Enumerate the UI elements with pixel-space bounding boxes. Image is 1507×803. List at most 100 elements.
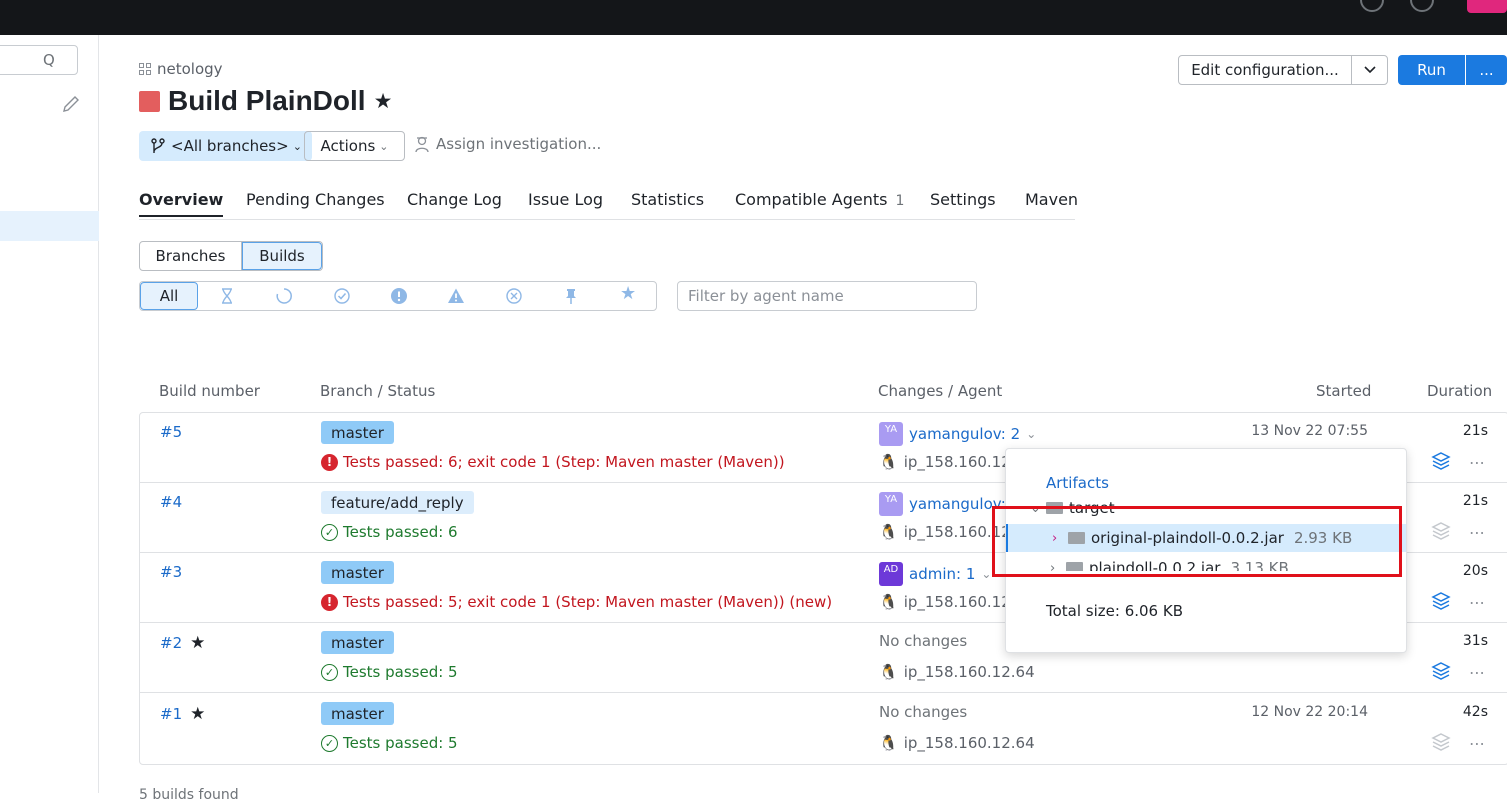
top-navigation-bar [0, 0, 1507, 35]
search-icon[interactable] [1410, 0, 1434, 12]
highlight-annotation-box [992, 506, 1402, 577]
artifacts-icon[interactable] [1431, 521, 1451, 541]
running-icon[interactable] [275, 287, 293, 305]
tab-pending-changes[interactable]: Pending Changes [246, 190, 385, 209]
build-number[interactable]: #5 [160, 423, 182, 441]
filter-all[interactable]: All [140, 282, 198, 310]
changes-link[interactable]: YA yamangulov: 2 ⌄ [879, 422, 1036, 446]
build-status-text[interactable]: Tests passed: 5 [343, 734, 458, 752]
sidebar-search-input[interactable]: Q [0, 45, 78, 75]
more-options-icon[interactable]: ⋯ [1469, 663, 1486, 682]
agent-link[interactable]: 🐧 ip_158.160.12.6 [879, 453, 1025, 471]
agent-link[interactable]: 🐧 ip_158.160.12.64 [879, 663, 1035, 681]
builds-found-text: 5 builds found [139, 787, 239, 803]
artifacts-icon[interactable] [1431, 661, 1451, 681]
branches-toggle[interactable]: Branches [140, 242, 242, 270]
build-status[interactable]: ✓ Tests passed: 5 [321, 663, 458, 681]
started-time: 12 Nov 22 20:14 [1251, 704, 1368, 720]
artifacts-title[interactable]: Artifacts [1046, 474, 1109, 492]
duration: 21s [1462, 423, 1488, 439]
tab-overview[interactable]: Overview [139, 190, 224, 217]
branch-badge[interactable]: master [321, 631, 394, 654]
star-icon[interactable]: ★ [620, 285, 638, 303]
no-changes-text: No changes [879, 632, 968, 650]
artifacts-icon[interactable] [1431, 451, 1451, 471]
breadcrumb-project[interactable]: netology [157, 60, 223, 78]
chevron-down-icon[interactable] [1352, 56, 1387, 84]
artifacts-icon[interactable] [1431, 732, 1451, 752]
assign-investigation-label: Assign investigation... [436, 135, 602, 153]
build-number-link[interactable]: #4 [160, 493, 182, 511]
changes-link[interactable]: YA yamangulov: [879, 492, 1006, 516]
assign-investigation-button[interactable]: Assign investigation... [414, 135, 601, 153]
chevron-down-icon[interactable]: ⌄ [981, 567, 991, 581]
build-status[interactable]: ✓ Tests passed: 6 [321, 523, 458, 541]
build-number[interactable]: #4 [160, 493, 182, 511]
agent-link[interactable]: 🐧 ip_158.160.12.6 [879, 593, 1025, 611]
breadcrumb[interactable]: netology [139, 60, 223, 78]
build-status-text[interactable]: Tests passed: 6; exit code 1 (Step: Mave… [343, 453, 785, 471]
linux-agent-icon: 🐧 [879, 734, 898, 752]
branch-badge[interactable]: master [321, 421, 394, 444]
builds-toggle[interactable]: Builds [242, 242, 322, 270]
changes-user[interactable]: yamangulov: 2 [909, 425, 1020, 443]
run-custom-button[interactable]: ... [1466, 55, 1507, 85]
build-number-link[interactable]: #5 [160, 423, 182, 441]
success-icon[interactable] [333, 287, 351, 305]
more-options-icon[interactable]: ⋯ [1469, 593, 1486, 612]
run-button[interactable]: Run [1398, 55, 1465, 85]
edit-configuration-button[interactable]: Edit configuration... [1178, 55, 1388, 85]
edit-configuration-label[interactable]: Edit configuration... [1179, 56, 1352, 84]
warning-icon[interactable] [447, 287, 465, 305]
more-options-icon[interactable]: ⋯ [1469, 734, 1486, 753]
build-status-text[interactable]: Tests passed: 5 [343, 663, 458, 681]
sidebar-active-item[interactable] [0, 211, 99, 241]
build-status-text[interactable]: Tests passed: 5; exit code 1 (Step: Mave… [343, 593, 832, 611]
branch-badge[interactable]: master [321, 702, 394, 725]
agent-filter-input[interactable] [677, 281, 977, 311]
actions-button[interactable]: Actions ⌄ [304, 131, 405, 161]
tab-change-log[interactable]: Change Log [407, 190, 502, 209]
more-options-icon[interactable]: ⋯ [1469, 523, 1486, 542]
favorite-star-icon[interactable]: ★ [374, 89, 393, 113]
tab-compatible-agents[interactable]: Compatible Agents 1 [735, 190, 904, 209]
pencil-icon[interactable] [60, 93, 82, 115]
agent-name[interactable]: ip_158.160.12.64 [904, 734, 1035, 752]
build-status[interactable]: ✓ Tests passed: 5 [321, 734, 458, 752]
build-number-link[interactable]: #3 [160, 563, 182, 581]
agent-link[interactable]: 🐧 ip_158.160.12.64 [879, 734, 1035, 752]
more-options-icon[interactable]: ⋯ [1469, 453, 1486, 472]
build-number-link[interactable]: #2 ★ [160, 633, 205, 653]
error-icon[interactable] [390, 287, 408, 305]
help-icon[interactable] [1360, 0, 1384, 12]
build-number[interactable]: #3 [160, 563, 182, 581]
tab-statistics[interactable]: Statistics [631, 190, 704, 209]
table-row[interactable]: #1 ★ master ✓ Tests passed: 5 No changes 🐧… [140, 694, 1507, 764]
tab-maven[interactable]: Maven [1025, 190, 1078, 209]
build-number[interactable]: #2 [160, 634, 182, 652]
pin-icon[interactable] [562, 287, 580, 305]
column-header-changes-agent: Changes / Agent [878, 382, 1003, 400]
chevron-down-icon[interactable]: ⌄ [1026, 427, 1036, 441]
view-toggle: Branches Builds [139, 241, 323, 271]
tab-settings[interactable]: Settings [930, 190, 996, 209]
tab-issue-log[interactable]: Issue Log [528, 190, 603, 209]
build-number-link[interactable]: #1 ★ [160, 704, 205, 724]
chevron-down-icon: ⌄ [379, 139, 389, 153]
profile-icon[interactable] [1467, 0, 1507, 13]
changes-user[interactable]: admin: 1 [909, 565, 975, 583]
branch-badge[interactable]: feature/add_reply [321, 491, 474, 514]
changes-link[interactable]: AD admin: 1 ⌄ [879, 562, 991, 586]
build-status[interactable]: ! Tests passed: 5; exit code 1 (Step: Mav… [321, 593, 832, 611]
pinned-star-icon: ★ [190, 633, 206, 653]
branch-selector[interactable]: <All branches> ⌄ [139, 131, 312, 161]
tab-bar: Overview Pending Changes Change Log Issu… [139, 185, 1078, 220]
build-status[interactable]: ! Tests passed: 6; exit code 1 (Step: Mav… [321, 453, 785, 471]
cancelled-icon[interactable] [505, 287, 523, 305]
build-status-text[interactable]: Tests passed: 6 [343, 523, 458, 541]
agent-name[interactable]: ip_158.160.12.64 [904, 663, 1035, 681]
artifacts-icon[interactable] [1431, 591, 1451, 611]
build-number[interactable]: #1 [160, 705, 182, 723]
hourglass-icon[interactable] [218, 287, 236, 305]
branch-badge[interactable]: master [321, 561, 394, 584]
